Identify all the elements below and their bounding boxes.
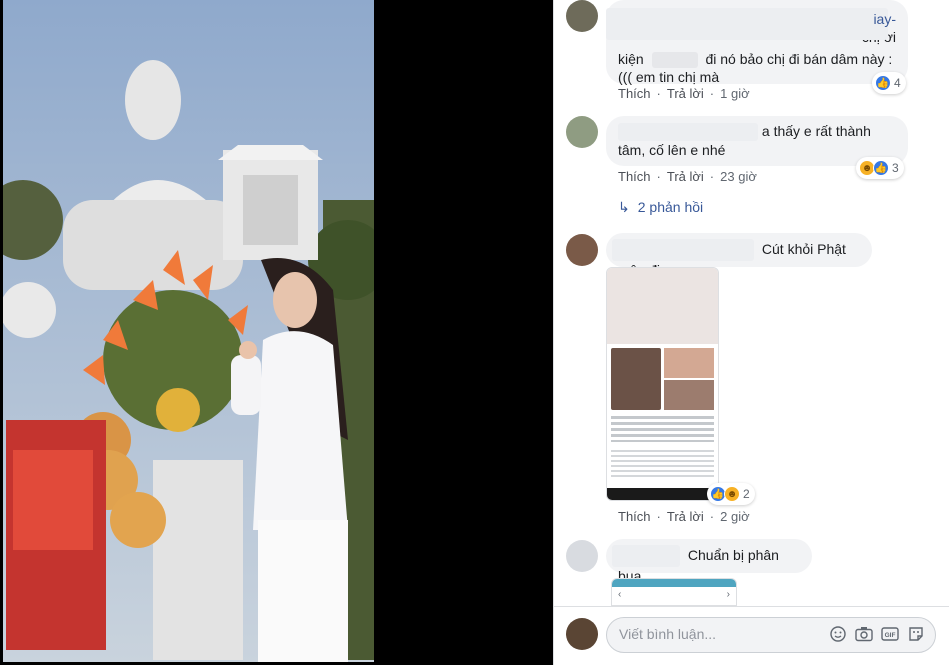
reply-link[interactable]: Trả lời [667,169,704,184]
chevron-right-icon: › [726,589,730,600]
redacted-name [651,52,698,69]
comment-text-line: kiện [618,51,644,67]
reaction-summary[interactable]: ☻ 👍 3 [856,157,904,179]
reaction-summary[interactable]: 👍 ☻ 2 [707,483,755,505]
comment-composer: Viết bình luận... GIF [554,606,949,665]
comment-image-attachment[interactable] [606,267,719,501]
commenter-avatar[interactable] [566,0,598,32]
photo-scene [3,0,374,662]
composer-icons: GIF [829,625,925,643]
reaction-count: 3 [892,161,899,175]
reaction-count: 2 [743,487,750,501]
comment-time[interactable]: 2 giờ [720,509,750,524]
replies-count-label: 2 phản hồi [637,199,704,215]
reaction-count: 4 [894,76,901,90]
comment-time[interactable]: 23 giờ [720,169,757,184]
comment-bubble: iay- chị ơi kiện đi nó bảo chị đi bán dâ… [606,0,908,86]
comment-image-attachment[interactable]: ‹ › [611,578,737,606]
comment-text-line: a thấy e rất thành [761,123,871,139]
comment-actions: Thích · Trả lời · 1 giờ [618,86,750,101]
like-icon: 👍 [875,75,891,91]
like-link[interactable]: Thích [618,169,651,184]
comment-bubble: Chuẩn bị phân bua [606,539,812,584]
reply-link[interactable]: Trả lời [667,509,704,524]
camera-icon[interactable] [855,625,873,643]
redacted-name [612,545,680,567]
sticker-icon[interactable] [907,625,925,643]
redacted-name [606,8,888,40]
comment-text-line: ((( em tin chị mà [618,69,720,86]
commenter-avatar[interactable] [566,234,598,266]
like-link[interactable]: Thích [618,86,651,101]
redacted-name [618,123,758,142]
svg-text:GIF: GIF [885,632,896,639]
comment-bubble: Cút khỏi Phật môn đi [606,233,872,278]
comments-panel: iay- chị ơi kiện đi nó bảo chị đi bán dâ… [553,0,949,665]
comment-time[interactable]: 1 giờ [720,86,750,101]
reaction-summary[interactable]: 👍 4 [872,72,906,94]
redacted-name [612,239,754,261]
comment-text-line: iay- [873,11,896,27]
comment-input-placeholder: Viết bình luận... [619,626,717,642]
comment-text-line: đi nó bảo chị đi bán dâm này : [705,51,893,67]
comment-actions: Thích · Trả lời · 23 giờ [618,169,757,184]
post-photo[interactable] [3,0,374,662]
chevron-left-icon: ‹ [618,589,622,600]
view-replies-link[interactable]: ↳ 2 phản hồi [618,199,703,216]
commenter-avatar[interactable] [566,540,598,572]
reply-link[interactable]: Trả lời [667,86,704,101]
emoji-icon[interactable] [829,625,847,643]
gif-icon[interactable]: GIF [881,625,899,643]
comment-text-line: tâm, cố lên e nhé [618,142,726,159]
haha-icon: ☻ [724,486,740,502]
comment-actions: Thích · Trả lời · 2 giờ [618,509,750,524]
like-icon: 👍 [873,160,889,176]
commenter-avatar[interactable] [566,116,598,148]
reply-arrow-icon: ↳ [618,199,630,215]
like-link[interactable]: Thích [618,509,651,524]
current-user-avatar [566,618,598,650]
photo-viewer: iay- chị ơi kiện đi nó bảo chị đi bán dâ… [0,0,949,665]
comment-input[interactable]: Viết bình luận... GIF [606,617,936,653]
